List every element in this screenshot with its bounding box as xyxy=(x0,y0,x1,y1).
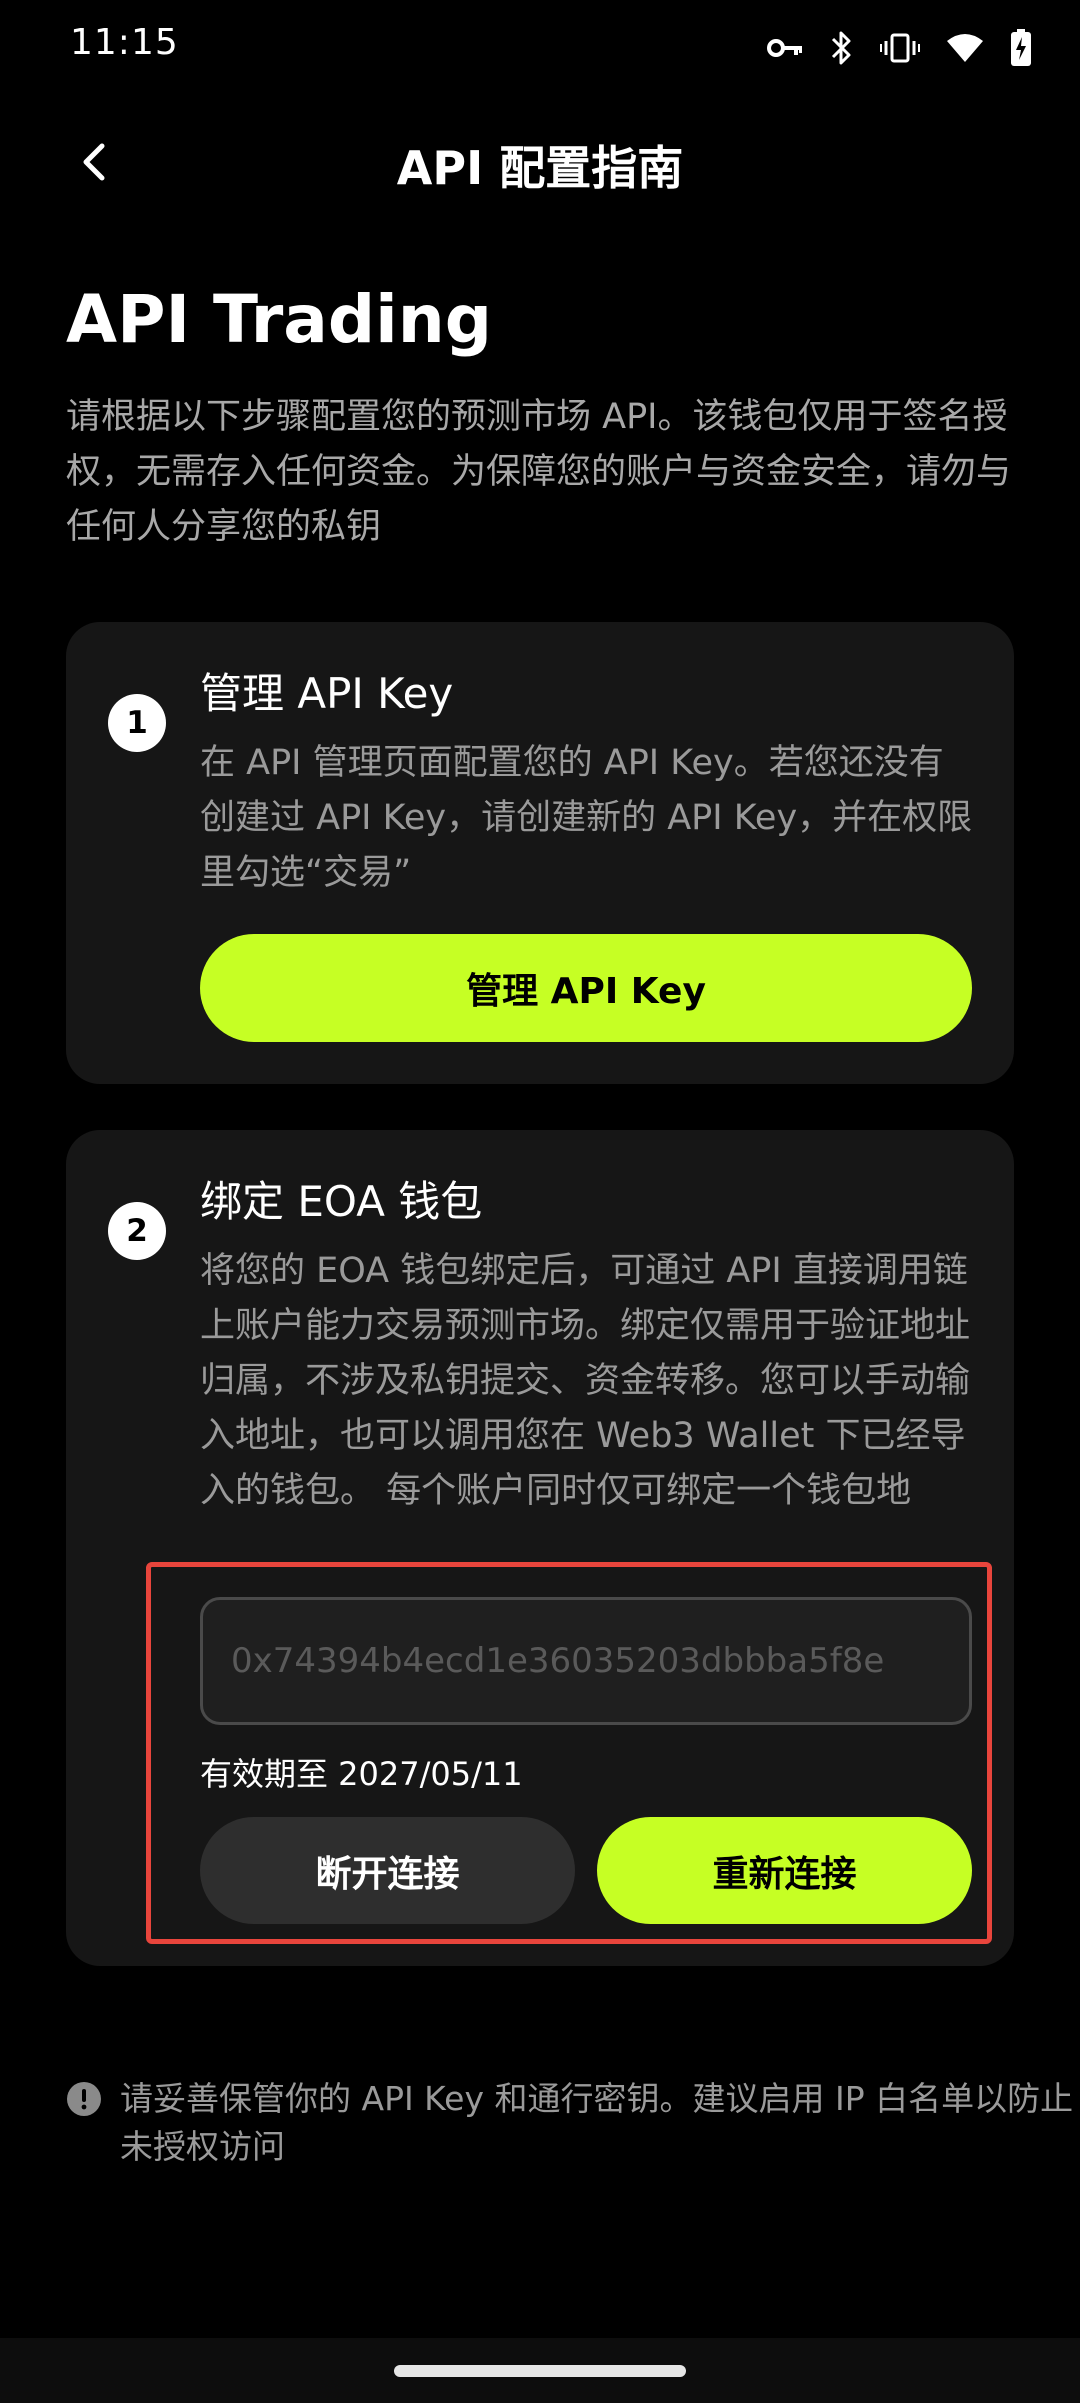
page-title: API 配置指南 xyxy=(396,141,684,195)
step-1-badge: 1 xyxy=(108,694,166,752)
vpn-key-icon xyxy=(767,39,802,57)
info-icon xyxy=(67,2082,101,2116)
home-indicator[interactable] xyxy=(394,2365,686,2377)
manage-api-key-button[interactable]: 管理 API Key xyxy=(200,934,972,1042)
wifi-icon xyxy=(947,34,983,62)
step-1-card: 1 管理 API Key 在 API 管理页面配置您的 API Key。若您还没… xyxy=(66,622,1014,1084)
bluetooth-icon xyxy=(831,31,851,65)
status-icons xyxy=(766,26,1032,70)
footer-note-text: 请妥善保管你的 API Key 和通行密钥。建议启用 IP 白名单以防止未授权访… xyxy=(120,2079,1074,2166)
step-2-title: 绑定 EOA 钱包 xyxy=(200,1177,483,1226)
step-2-description: 将您的 EOA 钱包绑定后，可通过 API 直接调用链上账户能力交易预测市场。绑… xyxy=(200,1251,971,1511)
highlight-outline xyxy=(146,1562,992,1944)
nav-bar: API 配置指南 xyxy=(0,120,1080,204)
page-heading: API Trading xyxy=(66,281,492,358)
vibrate-icon xyxy=(880,33,920,63)
status-time: 11:15 xyxy=(70,22,179,63)
page-description: 请根据以下步骤配置您的预测市场 API。该钱包仅用于签名授权，无需存入任何资金。… xyxy=(66,397,1012,547)
battery-charging-icon xyxy=(1011,29,1031,66)
status-bar: 11:15 xyxy=(0,0,1080,100)
step-1-title: 管理 API Key xyxy=(200,669,454,718)
step-1-description: 在 API 管理页面配置您的 API Key。若您还没有创建过 API Key，… xyxy=(200,743,973,893)
step-2-badge: 2 xyxy=(108,1202,166,1260)
